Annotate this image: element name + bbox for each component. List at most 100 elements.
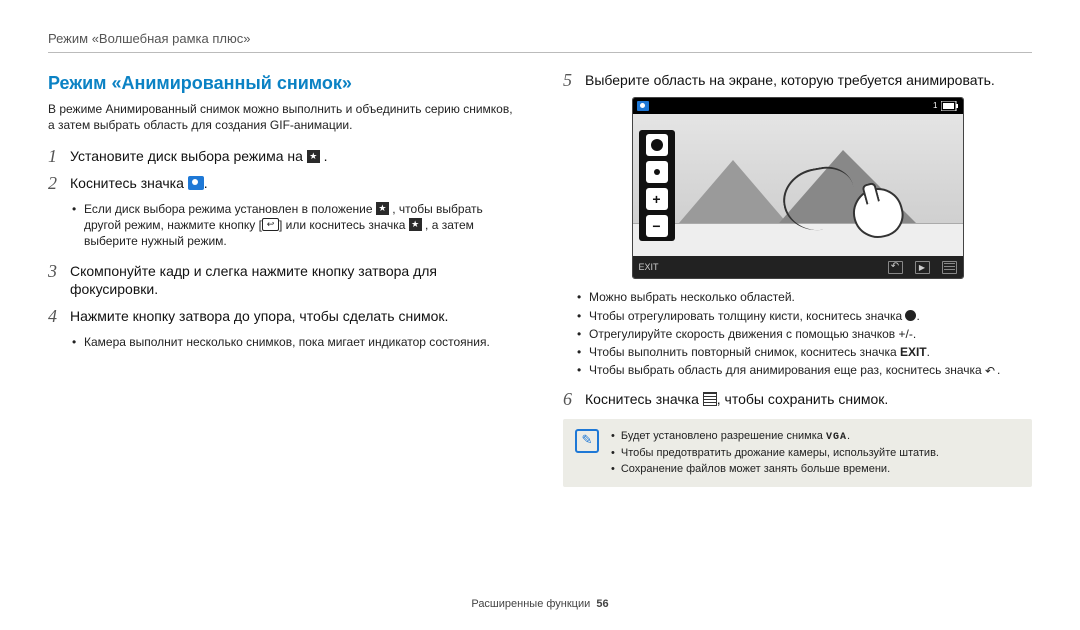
bullet: • Чтобы отрегулировать толщину кисти, кос…	[577, 308, 1032, 324]
back-button-icon	[262, 218, 279, 231]
text: Установите диск выбора режима на	[70, 148, 307, 164]
bullet: •Отрегулируйте скорость движения с помощ…	[577, 326, 1032, 342]
t: .	[997, 363, 1000, 377]
t: Будет установлено разрешение снимка	[621, 430, 826, 442]
save-icon[interactable]	[942, 261, 957, 274]
speed-plus-button[interactable]: +	[646, 188, 668, 210]
bullet-dot: •	[577, 289, 583, 305]
page: Режим «Волшебная рамка плюс» Режим «Аним…	[0, 0, 1080, 487]
step-text: Коснитесь значка , чтобы сохранить снимо…	[585, 390, 888, 409]
bullet: • Чтобы выполнить повторный снимок, косни…	[577, 344, 1032, 360]
text: Коснитесь значка	[70, 175, 188, 191]
status-icons: 1	[933, 101, 958, 112]
exit-button[interactable]: EXIT	[639, 261, 659, 273]
battery-icon	[941, 101, 959, 111]
gesture-illustration	[783, 158, 903, 258]
bullet: •Чтобы выбрать область для анимирования …	[577, 362, 1032, 378]
speed-minus-button[interactable]: −	[646, 215, 668, 237]
step-number: 2	[48, 174, 62, 192]
t: .	[847, 430, 850, 442]
rule	[48, 52, 1032, 53]
play-icon[interactable]	[915, 261, 930, 274]
swirl-stroke	[778, 163, 860, 237]
step-3: 3 Скомпонуйте кадр и слегка нажмите кноп…	[48, 262, 517, 300]
exit-label: EXIT	[900, 345, 927, 359]
brush-dot-icon	[905, 310, 916, 321]
screen-topbar: 1	[633, 98, 963, 114]
step-number: 5	[563, 71, 577, 89]
text: Сохранение файлов может занять больше вр…	[621, 462, 890, 477]
step-4: 4 Нажмите кнопку затвора до упора, чтобы…	[48, 307, 517, 326]
bullet: • Сохранение файлов может занять больше в…	[611, 462, 939, 477]
bullet: • Если диск выбора режима установлен в п…	[72, 201, 517, 250]
bullet-dot: •	[611, 462, 615, 477]
col-right: 5 Выберите область на экране, которую тр…	[563, 71, 1032, 488]
breadcrumb: Режим «Волшебная рамка плюс»	[48, 30, 1032, 48]
undo-icon	[985, 363, 997, 373]
text: Можно выбрать несколько областей.	[589, 289, 795, 305]
step-text: Нажмите кнопку затвора до упора, чтобы с…	[70, 307, 448, 326]
bullet-dot: •	[72, 334, 78, 350]
bullet-dot: •	[611, 429, 615, 445]
t: Если диск выбора режима установлен в пол…	[84, 202, 376, 216]
step-4-sublist: • Камера выполнит несколько снимков, пок…	[72, 334, 517, 350]
text: Чтобы выполнить повторный снимок, коснит…	[589, 344, 930, 360]
bullet: • Будет установлено разрешение снимка VGA…	[611, 429, 939, 445]
t: .	[916, 309, 919, 323]
step-5-sublist: •Можно выбрать несколько областей. •Чтоб…	[577, 289, 1032, 378]
step-text: Коснитесь значка .	[70, 174, 208, 193]
step-number: 1	[48, 147, 62, 165]
step-number: 6	[563, 390, 577, 408]
step-5: 5 Выберите область на экране, которую тр…	[563, 71, 1032, 90]
page-footer: Расширенные функции 56	[0, 597, 1080, 612]
step-2: 2 Коснитесь значка .	[48, 174, 517, 193]
mode-star-icon	[409, 218, 422, 231]
footer-page: 56	[596, 598, 608, 610]
bottombar-actions	[888, 261, 957, 274]
mode-star-icon	[307, 150, 320, 163]
note-icon	[575, 429, 599, 453]
count: 1	[933, 101, 937, 112]
step-2-sublist: • Если диск выбора режима установлен в п…	[72, 201, 517, 250]
bullet: • Камера выполнит несколько снимков, пок…	[72, 334, 517, 350]
step-6: 6 Коснитесь значка , чтобы сохранить сни…	[563, 390, 1032, 409]
photo-icon	[188, 176, 204, 190]
mode-star-icon	[376, 202, 389, 215]
tool-palette[interactable]: + −	[639, 130, 675, 241]
text: .	[320, 148, 328, 164]
text: Коснитесь значка	[585, 391, 703, 407]
step-text: Выберите область на экране, которую треб…	[585, 71, 995, 90]
bullet-dot: •	[611, 446, 615, 461]
footer-section: Расширенные функции	[471, 598, 590, 610]
bullet-dot: •	[577, 344, 583, 360]
section-heading: Режим «Анимированный снимок»	[48, 71, 517, 95]
text: Чтобы предотвратить дрожание камеры, исп…	[621, 446, 939, 461]
step-1: 1 Установите диск выбора режима на .	[48, 147, 517, 166]
brush-size-small-button[interactable]	[646, 161, 668, 183]
bullet: • Можно выбрать несколько областей.	[577, 289, 1032, 305]
undo-icon[interactable]	[888, 261, 903, 274]
save-icon	[703, 392, 717, 406]
hand-pointer-icon	[847, 183, 908, 244]
note-box: • Будет установлено разрешение снимка VGA…	[563, 419, 1032, 487]
col-left: Режим «Анимированный снимок» В режиме Ан…	[48, 71, 517, 488]
bullet-dot: •	[577, 308, 583, 324]
text: .	[204, 175, 208, 191]
screen-bottombar: EXIT	[633, 256, 963, 278]
text: Камера выполнит несколько снимков, пока …	[84, 334, 490, 350]
intro-text: В режиме Анимированный снимок можно выпо…	[48, 101, 517, 133]
brush-size-large-button[interactable]	[646, 134, 668, 156]
bullet-dot: •	[577, 362, 583, 378]
vga-label: VGA	[826, 432, 847, 443]
step-text: Скомпонуйте кадр и слегка нажмите кнопку…	[70, 262, 517, 300]
text: Чтобы отрегулировать толщину кисти, косн…	[589, 308, 920, 324]
text: , чтобы сохранить снимок.	[717, 391, 889, 407]
t: ] или коснитесь значка	[279, 218, 409, 232]
camera-screen-mock: 1 + − EXIT	[632, 97, 964, 279]
step-number: 3	[48, 262, 62, 280]
t: .	[927, 345, 930, 359]
bullet-dot: •	[72, 201, 78, 250]
note-content: • Будет установлено разрешение снимка VGA…	[611, 429, 939, 477]
columns: Режим «Анимированный снимок» В режиме Ан…	[48, 71, 1032, 488]
text: Отрегулируйте скорость движения с помощь…	[589, 326, 916, 342]
